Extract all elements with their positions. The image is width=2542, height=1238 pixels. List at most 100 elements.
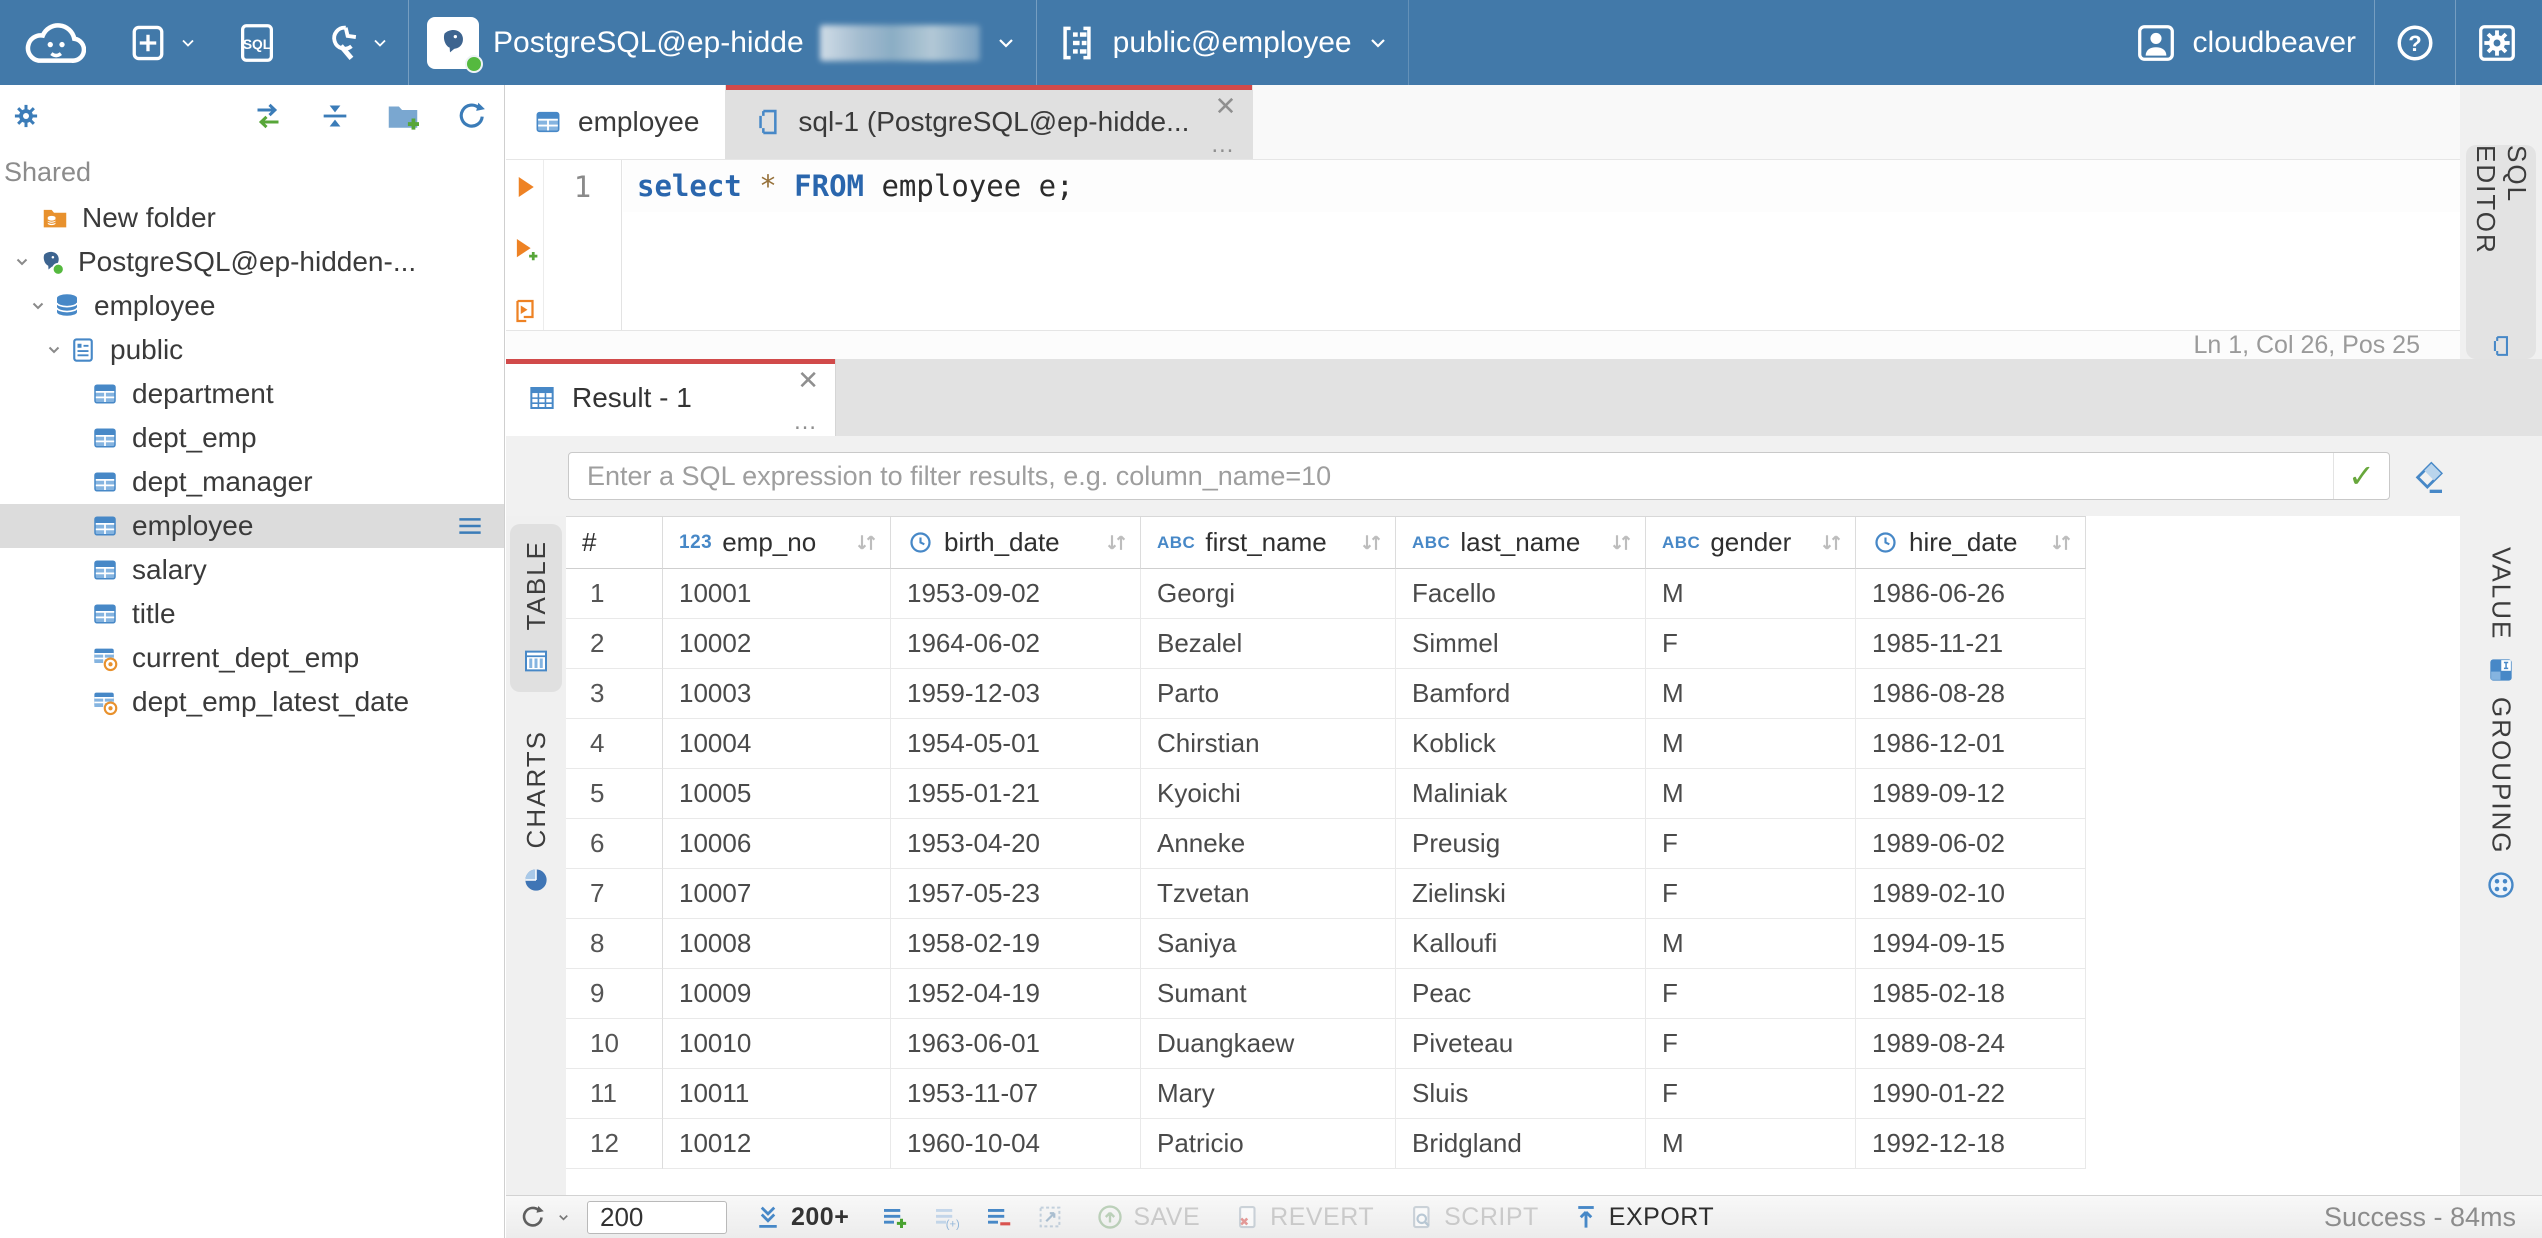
data-cell[interactable]: 10001	[663, 569, 891, 619]
tree-item-title[interactable]: title	[0, 592, 504, 636]
data-cell[interactable]: F	[1646, 819, 1856, 869]
delete-row-button[interactable]	[983, 1202, 1013, 1232]
tree-item-employee[interactable]: employee	[0, 284, 504, 328]
filter-input[interactable]	[569, 453, 2333, 499]
driver-manager-button[interactable]	[298, 0, 408, 85]
data-cell[interactable]: Kalloufi	[1396, 919, 1646, 969]
data-cell[interactable]: M	[1646, 569, 1856, 619]
data-cell[interactable]: Peac	[1396, 969, 1646, 1019]
chevron-down-icon[interactable]	[24, 294, 52, 318]
tree-item-new-folder[interactable]: New folder	[0, 196, 504, 240]
apply-filter-button[interactable]: ✓	[2333, 453, 2389, 499]
data-cell[interactable]: M	[1646, 769, 1856, 819]
sql-editor[interactable]: 1 select * FROM employee e;	[506, 160, 2460, 330]
data-cell[interactable]: 10006	[663, 819, 891, 869]
chevron-down-icon[interactable]	[8, 250, 36, 274]
fetch-more-button[interactable]: 200+	[753, 1202, 849, 1232]
data-cell[interactable]: 1986-12-01	[1856, 719, 2086, 769]
tree-item-public[interactable]: public	[0, 328, 504, 372]
chevron-down-icon[interactable]	[40, 338, 68, 362]
data-cell[interactable]: M	[1646, 669, 1856, 719]
data-cell[interactable]: Georgi	[1141, 569, 1396, 619]
data-cell[interactable]: 1957-05-23	[891, 869, 1141, 919]
new-connection-button[interactable]	[108, 0, 216, 85]
data-cell[interactable]: Simmel	[1396, 619, 1646, 669]
data-cell[interactable]: Bridgland	[1396, 1119, 1646, 1169]
data-cell[interactable]: 1989-02-10	[1856, 869, 2086, 919]
data-cell[interactable]: Piveteau	[1396, 1019, 1646, 1069]
save-button[interactable]: SAVE	[1095, 1202, 1200, 1232]
column-header-last_name[interactable]: ABC last_name	[1396, 517, 1646, 569]
data-cell[interactable]: 1955-01-21	[891, 769, 1141, 819]
data-cell[interactable]: Chirstian	[1141, 719, 1396, 769]
presentation-tab-charts[interactable]: CHARTS	[510, 714, 562, 910]
data-cell[interactable]: Parto	[1141, 669, 1396, 719]
navigator-settings-button[interactable]	[8, 98, 44, 134]
tree-item-current-dept-emp[interactable]: current_dept_emp	[0, 636, 504, 680]
tree-item-salary[interactable]: salary	[0, 548, 504, 592]
row-number-cell[interactable]: 8	[566, 919, 663, 969]
data-cell[interactable]: 1953-09-02	[891, 569, 1141, 619]
refresh-result-button[interactable]	[518, 1202, 571, 1232]
column-header-hire_date[interactable]: hire_date	[1856, 517, 2086, 569]
data-cell[interactable]: Facello	[1396, 569, 1646, 619]
data-cell[interactable]: 1986-06-26	[1856, 569, 2086, 619]
tab-sql-1[interactable]: sql-1 (PostgreSQL@ep-hidde... ✕…	[726, 85, 1254, 159]
data-cell[interactable]: F	[1646, 619, 1856, 669]
result-tab[interactable]: Result - 1 ✕ …	[506, 359, 836, 436]
panel-tab-value[interactable]: VALUE	[2460, 547, 2542, 686]
data-cell[interactable]: 10002	[663, 619, 891, 669]
data-cell[interactable]: Anneke	[1141, 819, 1396, 869]
column-header-emp_no[interactable]: 123 emp_no	[663, 517, 891, 569]
row-number-cell[interactable]: 10	[566, 1019, 663, 1069]
close-icon[interactable]: ✕	[797, 367, 819, 393]
data-cell[interactable]: 1953-11-07	[891, 1069, 1141, 1119]
data-cell[interactable]: F	[1646, 869, 1856, 919]
data-cell[interactable]: Preusig	[1396, 819, 1646, 869]
panel-tab-grouping[interactable]: GROUPING	[2460, 697, 2542, 901]
row-limit-input[interactable]	[587, 1200, 727, 1234]
connection-selector[interactable]: PostgreSQL@ep-hidde	[409, 0, 1036, 85]
code-area[interactable]: select * FROM employee e;	[623, 160, 2460, 330]
tab-menu-icon[interactable]: …	[793, 410, 819, 434]
revert-button[interactable]: REVERT	[1232, 1202, 1374, 1232]
data-cell[interactable]: 10005	[663, 769, 891, 819]
row-number-cell[interactable]: 3	[566, 669, 663, 719]
batch-edit-button[interactable]	[1035, 1202, 1065, 1232]
clear-filter-button[interactable]	[2408, 456, 2448, 496]
data-cell[interactable]: 1954-05-01	[891, 719, 1141, 769]
export-button[interactable]: EXPORT	[1571, 1202, 1714, 1232]
data-cell[interactable]: 1960-10-04	[891, 1119, 1141, 1169]
data-cell[interactable]: M	[1646, 1119, 1856, 1169]
data-cell[interactable]: 1989-09-12	[1856, 769, 2086, 819]
column-header-rownum[interactable]: #	[566, 517, 663, 569]
row-number-cell[interactable]: 12	[566, 1119, 663, 1169]
data-cell[interactable]: Mary	[1141, 1069, 1396, 1119]
data-cell[interactable]: 10008	[663, 919, 891, 969]
column-header-birth_date[interactable]: birth_date	[891, 517, 1141, 569]
execute-new-tab-button[interactable]	[510, 234, 540, 264]
data-cell[interactable]: 1986-08-28	[1856, 669, 2086, 719]
data-cell[interactable]: 1994-09-15	[1856, 919, 2086, 969]
schema-selector[interactable]: public@employee	[1037, 0, 1408, 85]
data-cell[interactable]: Duangkaew	[1141, 1019, 1396, 1069]
execute-query-button[interactable]	[510, 172, 540, 202]
data-cell[interactable]: 1989-06-02	[1856, 819, 2086, 869]
data-cell[interactable]: M	[1646, 919, 1856, 969]
sync-connection-button[interactable]	[250, 98, 286, 134]
user-menu-button[interactable]: cloudbeaver	[2115, 0, 2374, 85]
code-line-1[interactable]: select * FROM employee e;	[623, 160, 2460, 212]
row-menu-icon[interactable]	[454, 510, 486, 542]
settings-button[interactable]	[2456, 0, 2542, 85]
data-cell[interactable]: 10012	[663, 1119, 891, 1169]
new-folder-button[interactable]	[384, 97, 422, 135]
duplicate-row-button[interactable]: (+)	[931, 1202, 961, 1232]
data-cell[interactable]: F	[1646, 1019, 1856, 1069]
tree-item-department[interactable]: department	[0, 372, 504, 416]
tree-item-dept-manager[interactable]: dept_manager	[0, 460, 504, 504]
tab-sql-editor[interactable]: SQL EDITOR	[2466, 145, 2536, 359]
add-row-button[interactable]	[879, 1202, 909, 1232]
data-cell[interactable]: 1985-02-18	[1856, 969, 2086, 1019]
row-number-cell[interactable]: 9	[566, 969, 663, 1019]
data-cell[interactable]: Saniya	[1141, 919, 1396, 969]
